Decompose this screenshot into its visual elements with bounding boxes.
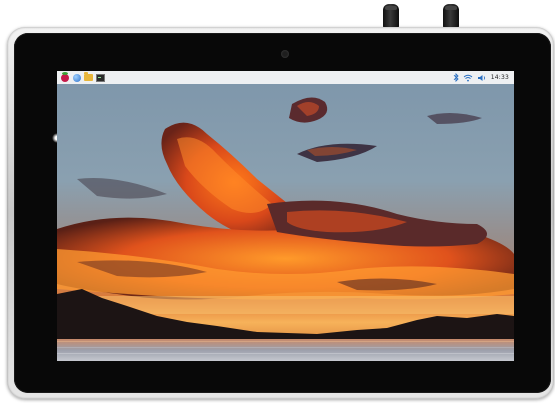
raspberry-menu-icon[interactable] [60,71,69,82]
clock[interactable]: 14:33 [491,74,509,81]
antenna-right [443,4,459,28]
antenna-left [383,4,399,28]
camera-icon [281,50,289,58]
taskbar: 14:33 [57,71,514,85]
system-tray: 14:33 [453,73,514,82]
terminal-icon[interactable] [96,73,105,82]
bluetooth-icon[interactable] [453,73,459,82]
desktop-wallpaper [57,84,514,361]
web-browser-icon[interactable] [72,73,81,82]
file-manager-icon[interactable] [84,72,93,82]
wifi-icon[interactable] [463,74,473,82]
display-screen: 14:33 [57,71,514,361]
volume-icon[interactable] [477,74,487,82]
